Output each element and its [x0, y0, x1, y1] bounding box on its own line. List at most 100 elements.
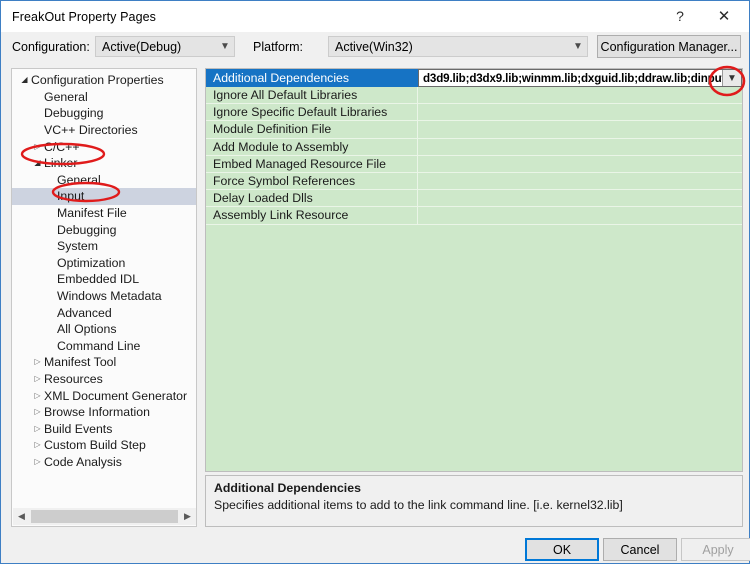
- property-name: Module Definition File: [206, 121, 418, 138]
- tree-item-label: Optimization: [57, 255, 126, 270]
- property-row[interactable]: Delay Loaded Dlls: [206, 190, 742, 208]
- tree-item-label: Configuration Properties: [31, 73, 164, 88]
- tree-item-all-options[interactable]: All Options: [12, 321, 196, 338]
- scrollbar-thumb[interactable]: [31, 510, 178, 523]
- tree-item-optimization[interactable]: Optimization: [12, 255, 196, 272]
- properties-tree: ◢ Configuration Properties General Debuggin…: [12, 72, 196, 470]
- description-panel: Additional Dependencies Specifies additi…: [205, 475, 743, 527]
- title-bar: FreakOut Property Pages ? ✕: [1, 1, 749, 32]
- tree-expander-collapsed-icon[interactable]: ▷: [31, 404, 44, 420]
- configuration-dropdown[interactable]: Active(Debug) ▼: [95, 36, 235, 57]
- tree-item-manifest-tool[interactable]: ▷ Manifest Tool: [12, 354, 196, 371]
- tree-item-vc-directories[interactable]: VC++ Directories: [12, 122, 196, 139]
- tree-expander-collapsed-icon[interactable]: ▷: [31, 371, 44, 387]
- chevron-down-icon: ▼: [220, 41, 230, 52]
- tree-item-general[interactable]: General: [12, 172, 196, 189]
- property-value-cell[interactable]: d3d9.lib;d3dx9.lib;winmm.lib;dxguid.lib;…: [418, 69, 742, 87]
- tree-item-label: Windows Metadata: [57, 289, 162, 304]
- description-title: Additional Dependencies: [214, 481, 361, 495]
- property-row[interactable]: Embed Managed Resource File: [206, 155, 742, 173]
- tree-horizontal-scrollbar[interactable]: ◀ ▶: [13, 508, 196, 525]
- property-value-editor[interactable]: d3d9.lib;d3dx9.lib;winmm.lib;dxguid.lib;…: [418, 69, 742, 87]
- property-row[interactable]: Assembly Link Resource: [206, 207, 742, 225]
- platform-dropdown[interactable]: Active(Win32) ▼: [328, 36, 588, 57]
- tree-item-manifest-file[interactable]: Manifest File: [12, 205, 196, 222]
- tree-item-label: Browse Information: [44, 405, 150, 420]
- tree-expander-collapsed-icon[interactable]: ▷: [31, 454, 44, 470]
- property-value-cell[interactable]: [418, 104, 742, 120]
- property-row[interactable]: Ignore All Default Libraries: [206, 87, 742, 105]
- close-icon[interactable]: ✕: [703, 1, 745, 31]
- chevron-left-icon[interactable]: ◀: [13, 508, 30, 525]
- tree-item-label: Embedded IDL: [57, 272, 140, 287]
- help-icon[interactable]: ?: [659, 1, 701, 31]
- property-name: Assembly Link Resource: [206, 207, 418, 224]
- tree-expander-collapsed-icon[interactable]: ▷: [31, 388, 44, 404]
- tree-expander-expanded-icon[interactable]: ◢: [31, 155, 44, 171]
- tree-item-windows-metadata[interactable]: Windows Metadata: [12, 288, 196, 305]
- window-title: FreakOut Property Pages: [12, 9, 157, 24]
- tree-item-label: XML Document Generator: [44, 388, 188, 403]
- property-value-cell[interactable]: [418, 207, 742, 223]
- tree-item-configuration-properties[interactable]: ◢ Configuration Properties: [12, 72, 196, 89]
- property-value-cell[interactable]: [418, 87, 742, 103]
- tree-item-custom-build-step[interactable]: ▷ Custom Build Step: [12, 437, 196, 454]
- additional-dependencies-input[interactable]: d3d9.lib;d3dx9.lib;winmm.lib;dxguid.lib;…: [419, 72, 722, 85]
- tree-item-c-c[interactable]: ▷ C/C++: [12, 138, 196, 155]
- tree-item-resources[interactable]: ▷ Resources: [12, 371, 196, 388]
- configuration-bar: Configuration: Active(Debug) ▼ Platform:…: [1, 32, 749, 65]
- tree-item-label: Debugging: [44, 106, 104, 121]
- tree-expander-collapsed-icon[interactable]: ▷: [31, 139, 44, 155]
- property-row[interactable]: Module Definition File: [206, 121, 742, 139]
- property-value-cell[interactable]: [418, 173, 742, 189]
- property-name: Force Symbol References: [206, 172, 418, 190]
- configuration-manager-button[interactable]: Configuration Manager...: [597, 35, 741, 58]
- tree-item-debugging[interactable]: Debugging: [12, 221, 196, 238]
- property-name: Embed Managed Resource File: [206, 155, 418, 172]
- tree-expander-collapsed-icon[interactable]: ▷: [31, 437, 44, 453]
- property-row[interactable]: Add Module to Assembly: [206, 138, 742, 156]
- property-value-cell[interactable]: [418, 139, 742, 155]
- tree-item-input[interactable]: Input: [12, 188, 196, 205]
- property-name: Delay Loaded Dlls: [206, 190, 418, 207]
- property-row[interactable]: Ignore Specific Default Libraries: [206, 104, 742, 122]
- tree-item-debugging[interactable]: Debugging: [12, 105, 196, 122]
- property-value-cell[interactable]: [418, 156, 742, 172]
- property-name: Ignore All Default Libraries: [206, 87, 418, 104]
- property-row[interactable]: Additional Dependencies d3d9.lib;d3dx9.li…: [206, 69, 742, 87]
- tree-expander-expanded-icon[interactable]: ◢: [18, 72, 31, 88]
- tree-item-command-line[interactable]: Command Line: [12, 338, 196, 355]
- tree-item-embedded-idl[interactable]: Embedded IDL: [12, 271, 196, 288]
- property-name: Additional Dependencies: [206, 69, 418, 87]
- tree-item-label: General: [44, 89, 88, 104]
- chevron-down-icon[interactable]: ▼: [722, 70, 741, 86]
- tree-expander-collapsed-icon[interactable]: ▷: [31, 354, 44, 370]
- cancel-button[interactable]: Cancel: [603, 538, 677, 561]
- tree-item-linker[interactable]: ◢ Linker: [12, 155, 196, 172]
- tree-item-label: System: [57, 239, 98, 254]
- tree-item-code-analysis[interactable]: ▷ Code Analysis: [12, 454, 196, 471]
- tree-item-browse-information[interactable]: ▷ Browse Information: [12, 404, 196, 421]
- tree-item-build-events[interactable]: ▷ Build Events: [12, 420, 196, 437]
- property-value-cell[interactable]: [418, 121, 742, 137]
- property-value-cell[interactable]: [418, 190, 742, 206]
- tree-item-label: Manifest File: [57, 206, 127, 221]
- tree-item-label: Input: [57, 189, 85, 204]
- property-row[interactable]: Force Symbol References: [206, 172, 742, 191]
- tree-item-system[interactable]: System: [12, 238, 196, 255]
- chevron-right-icon[interactable]: ▶: [179, 508, 196, 525]
- tree-item-advanced[interactable]: Advanced: [12, 304, 196, 321]
- ok-button[interactable]: OK: [525, 538, 599, 561]
- tree-expander-collapsed-icon[interactable]: ▷: [31, 421, 44, 437]
- tree-item-label: C/C++: [44, 139, 80, 154]
- platform-value: Active(Win32): [335, 39, 413, 54]
- property-grid[interactable]: Additional Dependencies d3d9.lib;d3dx9.li…: [205, 68, 743, 472]
- property-name: Ignore Specific Default Libraries: [206, 104, 418, 121]
- tree-item-label: Manifest Tool: [44, 355, 117, 370]
- tree-item-label: Build Events: [44, 421, 113, 436]
- tree-item-xml-document-generator[interactable]: ▷ XML Document Generator: [12, 387, 196, 404]
- configuration-value: Active(Debug): [102, 39, 182, 54]
- tree-item-general[interactable]: General: [12, 89, 196, 106]
- properties-tree-panel[interactable]: ◢ Configuration Properties General Debuggin…: [11, 68, 197, 527]
- tree-item-label: Debugging: [57, 222, 117, 237]
